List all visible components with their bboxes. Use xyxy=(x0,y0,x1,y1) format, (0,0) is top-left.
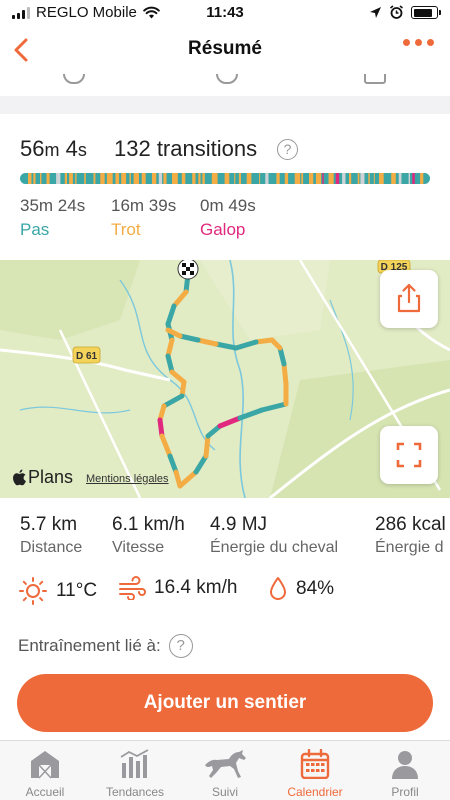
share-icon xyxy=(397,283,421,313)
barn-icon xyxy=(31,751,59,779)
route-segment xyxy=(165,303,177,327)
route-segment xyxy=(217,415,243,429)
svg-text:D 61: D 61 xyxy=(76,351,98,362)
location-arrow-icon xyxy=(370,7,381,18)
route-segment xyxy=(259,401,289,413)
linked-training-help-icon[interactable]: ? xyxy=(168,634,193,658)
gait-timeline-bar xyxy=(20,173,430,184)
calendar-icon xyxy=(300,749,330,779)
tab-trends[interactable]: Tendances xyxy=(90,747,180,799)
stat-horse-energy: 4.9 MJ Énergie du cheval xyxy=(210,514,339,556)
route-segment xyxy=(177,469,199,489)
gait-gallop: 0m 49s Galop xyxy=(200,196,256,240)
total-duration: 56m 4s xyxy=(20,136,87,161)
gait-walk-time: 35m 24s xyxy=(20,196,86,215)
route-segment xyxy=(177,333,201,343)
weather-wind: 16.4 km/h xyxy=(118,576,237,600)
stat-rider-energy: 286 kcal Énergie d xyxy=(375,514,446,556)
linked-training: Entraînement lié à: ? xyxy=(18,634,193,658)
gait-gallop-time: 0m 49s xyxy=(200,196,256,215)
partial-icon xyxy=(364,74,386,84)
stat-distance: 5.7 km Distance xyxy=(20,514,83,556)
trends-icon xyxy=(120,749,149,778)
transitions-count: 132 transitions xyxy=(114,136,258,161)
ride-summary: 56m 4s 132 transitions ? 35m 24s Pas 16m… xyxy=(0,114,450,260)
tab-home[interactable]: Accueil xyxy=(0,747,90,799)
stat-speed: 6.1 km/h Vitesse xyxy=(112,514,185,556)
gait-trot: 16m 39s Trot xyxy=(111,196,176,240)
sun-icon xyxy=(19,577,47,605)
map-provider-label: Plans xyxy=(28,467,74,487)
share-button[interactable] xyxy=(380,270,438,328)
tab-bar: Accueil Tendances Suivi Calendrier Profi… xyxy=(0,740,450,800)
route-segment xyxy=(195,337,219,347)
route-map[interactable]: D 61 D 125 Plans Mentions légales xyxy=(0,260,450,498)
route-segment xyxy=(167,453,179,475)
weather-temperature: 11°C xyxy=(18,576,97,606)
partial-icon xyxy=(216,74,238,84)
wind-icon xyxy=(119,576,146,600)
status-bar: REGLO Mobile 11:43 xyxy=(0,0,450,26)
route-segment xyxy=(213,341,239,351)
more-options-icon[interactable] xyxy=(403,39,434,46)
route-segment xyxy=(161,393,185,409)
gait-walk: 35m 24s Pas xyxy=(20,196,85,240)
linked-training-label: Entraînement lié à: xyxy=(18,636,161,655)
tab-calendar[interactable]: Calendrier xyxy=(270,747,360,799)
section-divider xyxy=(0,96,450,114)
add-trail-button[interactable]: Ajouter un sentier xyxy=(17,674,433,732)
map-provider: Plans xyxy=(12,467,73,488)
route-segment xyxy=(159,433,173,459)
gait-gallop-label: Galop xyxy=(200,220,246,239)
horse-icon xyxy=(205,750,246,778)
route-segment xyxy=(193,453,209,475)
legal-link[interactable]: Mentions légales xyxy=(86,473,169,485)
tab-profile[interactable]: Profil xyxy=(360,747,450,799)
profile-icon xyxy=(392,751,418,779)
weather-humidity: 84% xyxy=(268,576,334,602)
road-label-d61: D 61 xyxy=(72,346,101,364)
droplet-icon xyxy=(270,577,286,600)
scrolled-icon-row xyxy=(0,74,450,86)
tab-tracking[interactable]: Suivi xyxy=(180,747,270,799)
status-right xyxy=(369,5,441,20)
fullscreen-icon xyxy=(396,442,422,468)
route-segment xyxy=(203,433,211,459)
nav-bar: Résumé xyxy=(0,26,450,74)
help-icon[interactable]: ? xyxy=(277,139,298,160)
gait-walk-label: Pas xyxy=(20,220,50,239)
battery-icon xyxy=(411,6,441,19)
route-segment xyxy=(281,361,289,387)
gait-trot-label: Trot xyxy=(111,220,141,239)
finish-flag-icon xyxy=(177,260,199,280)
apple-logo-icon xyxy=(13,469,26,486)
partial-icon xyxy=(63,74,85,84)
route-segment xyxy=(171,289,189,309)
weather-conditions: 11°C 16.4 km/h 84% xyxy=(18,576,438,606)
fullscreen-button[interactable] xyxy=(380,426,438,484)
page-title: Résumé xyxy=(188,38,262,59)
route-segment xyxy=(233,339,259,351)
alarm-icon xyxy=(390,5,403,19)
gait-trot-time: 16m 39s xyxy=(111,196,177,215)
